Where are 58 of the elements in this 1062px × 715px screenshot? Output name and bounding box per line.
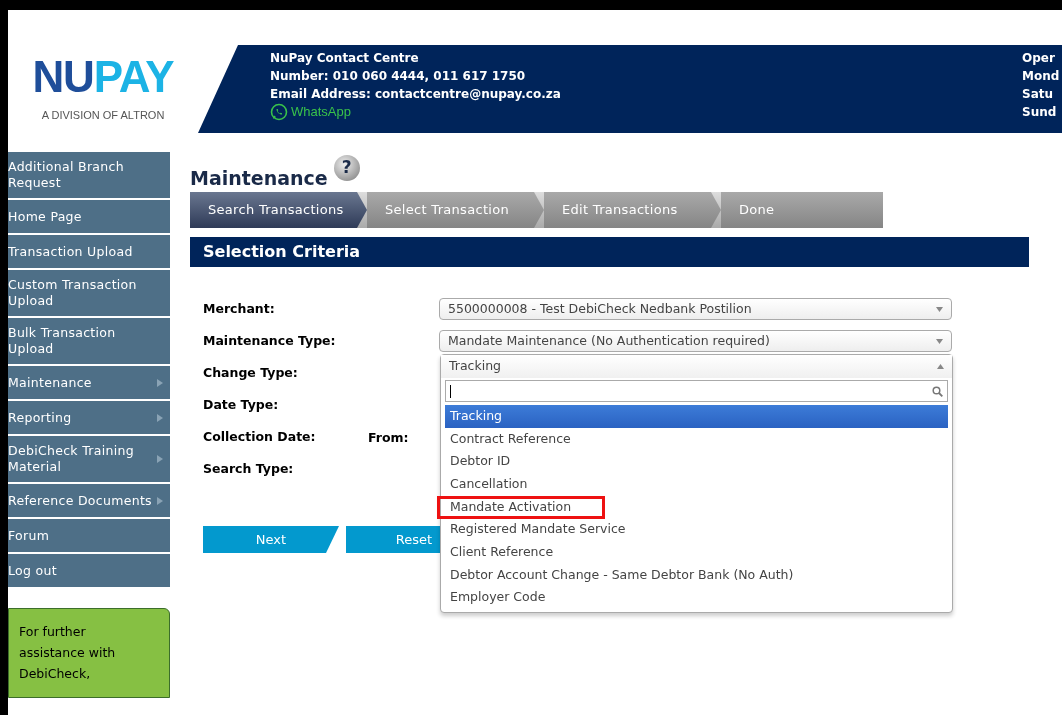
opening-hours-text: Satu: [1022, 86, 1055, 103]
submenu-arrow-icon: [156, 377, 164, 388]
field-label: Collection Date:: [203, 427, 317, 446]
caret-icon: [937, 364, 944, 369]
sidebar-item[interactable]: Forum: [8, 519, 170, 552]
help-box: For further assistance with DebiCheck,: [8, 608, 170, 698]
field-label: Date Type:: [203, 395, 280, 414]
select-field[interactable]: Mandate Maintenance (No Authentication required): [439, 330, 952, 352]
next-button[interactable]: Next: [203, 526, 339, 553]
search-icon: [932, 385, 943, 397]
logo-wordmark: NUPAY: [32, 54, 174, 99]
sidebar-item[interactable]: Maintenance: [8, 366, 170, 399]
select-dropdown[interactable]: Tracking Tracking Contract Reference Debtor ID Cancellation Mandate Activation Registered Mandate Service Client Reference Debtor Account Change - Same Debtor Bank (No Auth) Employer Code: [440, 354, 953, 614]
dropdown-option[interactable]: Tracking: [445, 405, 948, 428]
field-label: Search Type:: [203, 459, 295, 478]
contact-info-text: Email Address: contactcentre@nupay.co.za: [270, 86, 561, 103]
opening-hours-text: Sund: [1022, 104, 1058, 121]
sidebar-item[interactable]: Additional Branch Request: [8, 152, 170, 198]
contact-info-text: Number: 010 060 4444, 011 617 1750: [270, 68, 527, 85]
section-header: Selection Criteria: [190, 237, 1029, 267]
page-title: Maintenance: [190, 166, 328, 191]
dropdown-option[interactable]: Employer Code: [445, 586, 948, 610]
caret-icon: [936, 306, 943, 312]
wizard-step: Search Transactions: [190, 192, 367, 228]
whatsapp-icon: [270, 103, 288, 121]
dropdown-option[interactable]: Mandate Activation: [445, 495, 948, 519]
opening-hours-text: Oper: [1022, 50, 1056, 67]
caret-icon: [936, 338, 943, 344]
field-label: Merchant:: [203, 299, 276, 318]
dropdown-option[interactable]: Debtor Account Change - Same Debtor Bank (No Auth): [445, 563, 948, 587]
field-label: Change Type:: [203, 363, 299, 382]
whatsapp-link[interactable]: WhatsApp: [291, 103, 351, 121]
sidebar-item[interactable]: Home Page: [8, 200, 170, 233]
sidebar-item[interactable]: DebiCheck Training Material: [8, 436, 170, 482]
dropdown-option[interactable]: Contract Reference: [445, 427, 948, 451]
select-value: Tracking: [449, 357, 503, 376]
wizard-step: Done: [721, 192, 883, 228]
search-field[interactable]: [445, 380, 948, 402]
submenu-arrow-icon: [156, 412, 164, 423]
sidebar-item[interactable]: Reference Documents: [8, 484, 170, 517]
opening-hours-text: Mond: [1022, 68, 1061, 85]
field-label: Maintenance Type:: [203, 331, 337, 350]
field-label: From:: [368, 430, 409, 445]
sidebar-item[interactable]: Transaction Upload: [8, 235, 170, 268]
submenu-arrow-icon: [156, 495, 164, 506]
select-field[interactable]: 5500000008 - Test DebiCheck Nedbank Postilion: [439, 298, 952, 320]
dropdown-option[interactable]: Debtor ID: [445, 450, 948, 474]
wizard-step: Edit Transactions: [544, 192, 721, 228]
wizard-step: Select Transaction: [367, 192, 544, 228]
logo-tagline: A DIVISION OF ALTRON: [41, 107, 165, 123]
help-icon[interactable]: ?: [333, 155, 360, 181]
contact-info-text: NuPay Contact Centre: [270, 50, 420, 67]
sidebar-item[interactable]: Log out: [8, 554, 170, 587]
sidebar-item[interactable]: Custom Transaction Upload: [8, 270, 170, 316]
dropdown-option[interactable]: Cancellation: [445, 473, 948, 496]
sidebar-item[interactable]: Reporting: [8, 401, 170, 434]
submenu-arrow-icon: [156, 454, 164, 464]
sidebar-item[interactable]: Bulk Transaction Upload: [8, 318, 170, 364]
